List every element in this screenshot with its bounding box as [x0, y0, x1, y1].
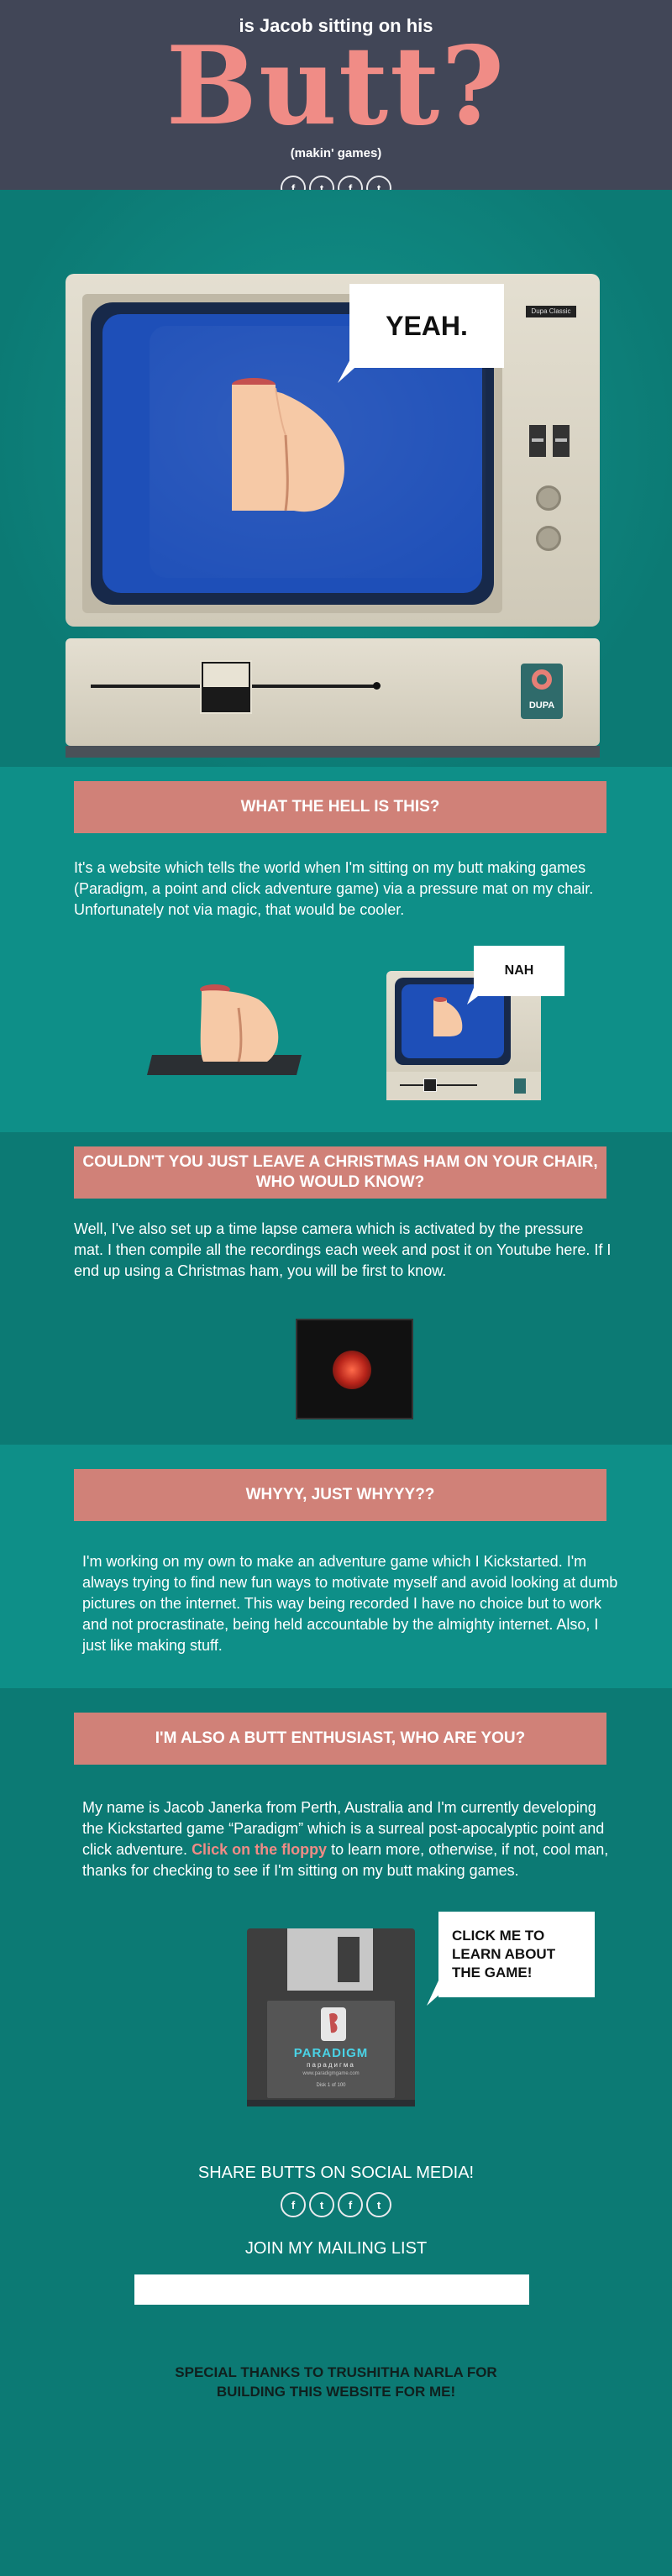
section-heading: I'M ALSO A BUTT ENTHUSIAST, WHO ARE YOU? [74, 1713, 606, 1765]
mailing-heading: JOIN MY MAILING LIST [244, 2239, 428, 2258]
switch-slot [532, 438, 543, 442]
butt-image [200, 984, 279, 1062]
bubble-tail [427, 1981, 455, 2006]
section-body: I'm working on my own to make an adventu… [82, 1553, 618, 1654]
switch-slot [555, 438, 567, 442]
small-disk-drive [423, 1078, 437, 1092]
monitor-knob[interactable] [536, 526, 561, 551]
floppy-link[interactable]: Click on the floppy [192, 1841, 327, 1858]
computer-base [66, 638, 600, 746]
page-title: Butt? [165, 24, 507, 150]
butt-image [433, 997, 463, 1036]
floppy-disk-count: Disk 1 of 100 [316, 2083, 346, 2088]
facebook-icon[interactable]: f [281, 2192, 306, 2217]
section-heading: WHYYY, JUST WHYYY?? [74, 1469, 606, 1521]
mailing-email-input[interactable] [134, 2274, 529, 2305]
section-body: My name is Jacob Janerka from Perth, Aus… [82, 1799, 609, 1879]
subtitle: (makin' games) [290, 146, 382, 160]
facebook-icon[interactable]: f [338, 2192, 363, 2217]
power-light [373, 682, 381, 690]
logo-text: DUPA [528, 700, 555, 711]
small-disk-slot [400, 1084, 477, 1086]
monitor-brand-label: Dupa Classic [526, 306, 576, 317]
section-heading: WHAT THE HELL IS THIS? [74, 781, 606, 833]
small-logo [514, 1078, 526, 1094]
floppy-title: PARADIGM [293, 2046, 369, 2060]
special-thanks: SPECIAL THANKS TO TRUSHITHA NARLA FOR BU… [175, 2364, 497, 2400]
section-heading: COULDN'T YOU JUST LEAVE A CHRISTMAS HAM … [74, 1146, 606, 1199]
logo-mark [532, 669, 552, 690]
disk-drive-door [203, 664, 249, 687]
base-shadow [66, 746, 600, 758]
twitter-icon[interactable]: t [309, 2192, 334, 2217]
floppy-shadow [247, 2100, 415, 2106]
social-links-footer: f t f t [0, 2192, 672, 2217]
monitor-knob[interactable] [536, 485, 561, 511]
bubble-tail [338, 354, 370, 383]
camera-lens [333, 1351, 371, 1389]
share-heading: SHARE BUTTS ON SOCIAL MEDIA! [197, 2164, 475, 2182]
floppy-subtitle: парадигма [307, 2061, 355, 2069]
floppy-bubble: CLICK ME TO LEARN ABOUT THE GAME! [438, 1912, 595, 1997]
twitter-icon[interactable]: t [366, 2192, 391, 2217]
bubble-tail [467, 988, 489, 1005]
butt-image [232, 378, 344, 512]
section-body: Well, I've also set up a time lapse came… [74, 1220, 612, 1279]
section-body: It's a website which tells the world whe… [74, 859, 594, 918]
floppy-shutter-slot [338, 1937, 360, 1982]
floppy-shutter [287, 1928, 373, 1991]
floppy-url: www.paradigmgame.com [302, 2071, 360, 2076]
status-bubble: YEAH. [349, 284, 504, 368]
paradigm-icon [329, 2012, 338, 2033]
